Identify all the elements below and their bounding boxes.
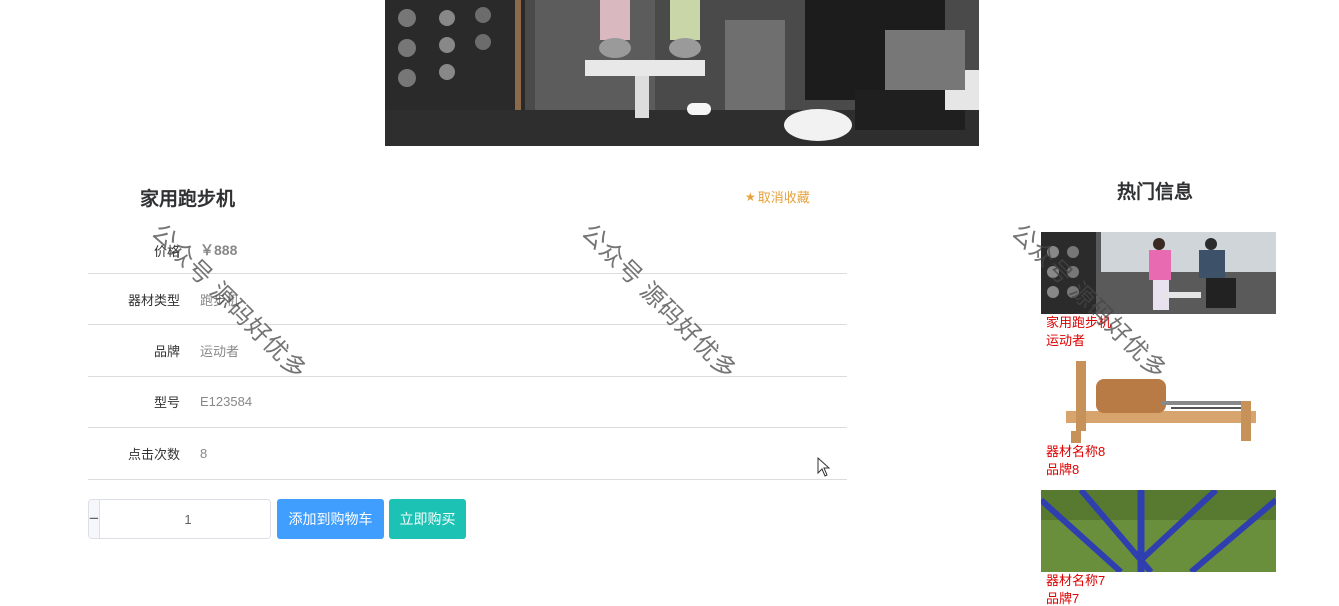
hot-item[interactable]: 器材名称7 品牌7: [1041, 490, 1276, 606]
cancel-favorite-link[interactable]: ★ 取消收藏: [745, 187, 810, 206]
price-value: ￥888: [200, 242, 238, 258]
clicks-value: 8: [200, 445, 208, 461]
hot-item[interactable]: 器材名称8 品牌8: [1041, 361, 1276, 479]
hot-item-image: [1041, 490, 1276, 572]
info-row-model: 型号 E123584: [88, 377, 847, 429]
price-label: 价格: [153, 243, 180, 259]
hot-item-name: 家用跑步机: [1046, 315, 1112, 330]
type-label: 器材类型: [127, 292, 180, 308]
info-row-brand: 品牌 运动者: [88, 325, 847, 377]
star-icon: ★: [745, 189, 756, 204]
info-row-clicks: 点击次数 8: [88, 428, 847, 480]
banner-image: [385, 0, 979, 146]
hot-item-name: 器材名称7: [1046, 573, 1106, 588]
hot-item-brand: 运动者: [1046, 333, 1086, 348]
model-label: 型号: [153, 395, 180, 411]
hot-item[interactable]: 家用跑步机 运动者: [1041, 232, 1276, 350]
hot-item-image: [1041, 232, 1276, 314]
hot-item-image: [1041, 361, 1276, 443]
type-value: 跑步机: [200, 292, 240, 308]
buy-now-button[interactable]: 立即购买: [389, 499, 466, 539]
hot-item-name: 器材名称8: [1046, 444, 1106, 459]
brand-label: 品牌: [153, 344, 180, 360]
hot-item-brand: 品牌8: [1046, 462, 1080, 477]
hot-info-title: 热门信息: [1117, 182, 1194, 203]
info-row-price: 价格 ￥888: [88, 227, 847, 274]
info-row-type: 器材类型 跑步机: [88, 274, 847, 326]
model-value: E123584: [200, 394, 253, 410]
carousel-indicator[interactable]: [687, 103, 711, 115]
brand-value: 运动者: [200, 344, 240, 360]
quantity-stepper: − +: [88, 499, 271, 539]
product-title: 家用跑步机: [140, 189, 236, 210]
product-info-table: 价格 ￥888 器材类型 跑步机 品牌 运动者 型号 E123584 点击次数 …: [88, 227, 847, 480]
mouse-cursor-icon: [817, 457, 831, 477]
quantity-input[interactable]: [99, 500, 270, 538]
cancel-favorite-label: 取消收藏: [757, 190, 810, 205]
decrease-button[interactable]: −: [89, 500, 100, 538]
hot-item-brand: 品牌7: [1046, 591, 1080, 606]
add-to-cart-button[interactable]: 添加到购物车: [277, 499, 384, 539]
banner-carousel[interactable]: [385, 0, 979, 146]
clicks-label: 点击次数: [127, 446, 180, 462]
